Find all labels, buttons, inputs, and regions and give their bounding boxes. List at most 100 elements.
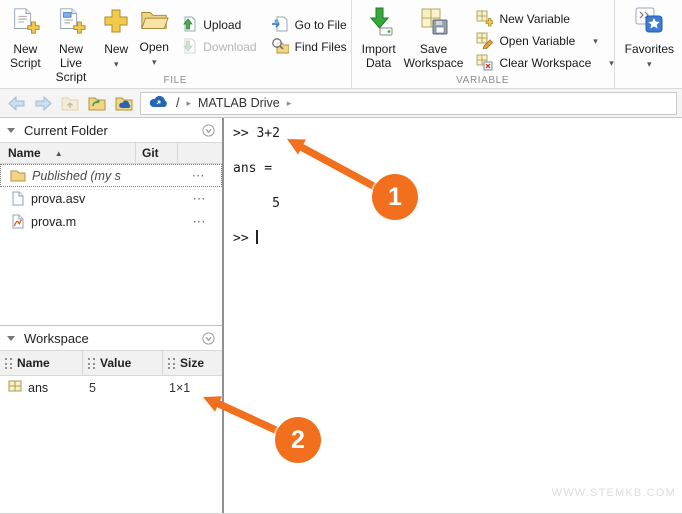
collapse-panel-icon[interactable] bbox=[7, 128, 15, 133]
matlab-drive-folder-button[interactable] bbox=[113, 92, 135, 114]
column-drag-handle-icon bbox=[168, 358, 175, 369]
file-icon bbox=[8, 191, 26, 206]
chevron-down-icon: ▾ bbox=[152, 55, 157, 69]
row-actions-button[interactable]: ⋯ bbox=[177, 191, 222, 207]
column-header-name[interactable]: Name bbox=[0, 351, 83, 375]
new-script-label: New Script bbox=[10, 42, 41, 70]
file-section-label: FILE bbox=[0, 75, 351, 86]
watermark: WWW.STEMKB.COM bbox=[552, 487, 676, 499]
column-header-git[interactable]: Git bbox=[135, 143, 177, 163]
size-column-label: Size bbox=[180, 356, 204, 370]
command-prompt: >> bbox=[233, 231, 256, 246]
row-actions-button[interactable]: ⋯ bbox=[176, 168, 221, 184]
name-column-label: Name bbox=[17, 356, 50, 370]
save-workspace-icon bbox=[419, 6, 449, 39]
open-variable-button[interactable]: Open Variable ▾ bbox=[475, 30, 613, 52]
chevron-down-icon[interactable]: ▾ bbox=[609, 58, 614, 69]
new-variable-label: New Variable bbox=[499, 12, 569, 26]
clear-workspace-label: Clear Workspace bbox=[499, 56, 591, 70]
open-variable-icon bbox=[475, 31, 493, 52]
forward-button[interactable] bbox=[32, 92, 54, 114]
back-button[interactable] bbox=[5, 92, 27, 114]
column-header-name[interactable]: Name ▲ bbox=[0, 143, 135, 163]
go-to-file-button[interactable]: Go to File bbox=[271, 14, 347, 36]
matlab-file-icon bbox=[8, 214, 26, 229]
upload-icon bbox=[179, 15, 197, 36]
favorites-button[interactable]: Favorites ▾ bbox=[621, 5, 678, 72]
row-actions-button[interactable]: ⋯ bbox=[177, 214, 222, 230]
variable-size: 1×1 bbox=[163, 381, 222, 395]
column-drag-handle-icon bbox=[5, 358, 12, 369]
workspace-row-ans[interactable]: ans 5 1×1 bbox=[0, 376, 222, 399]
workspace-panel: Workspace Name Value Size bbox=[0, 325, 222, 513]
find-files-icon bbox=[271, 37, 289, 58]
new-live-script-button[interactable]: New Live Script bbox=[45, 5, 98, 85]
browse-for-folder-button[interactable] bbox=[86, 92, 108, 114]
collapse-panel-icon[interactable] bbox=[7, 336, 15, 341]
favorites-section: Favorites ▾ bbox=[615, 0, 682, 88]
panel-minimize-button[interactable] bbox=[202, 124, 215, 137]
name-column-label: Name bbox=[8, 146, 41, 160]
import-data-icon bbox=[364, 6, 394, 39]
new-label: New bbox=[104, 42, 128, 56]
clear-workspace-button[interactable]: Clear Workspace ▾ bbox=[475, 52, 613, 74]
import-data-button[interactable]: Import Data bbox=[358, 5, 400, 71]
file-row-prova-m[interactable]: prova.m ⋯ bbox=[0, 210, 222, 233]
open-label: Open bbox=[140, 40, 169, 54]
new-script-button[interactable]: New Script bbox=[6, 5, 45, 71]
download-button[interactable]: Download bbox=[179, 36, 256, 58]
favorites-label: Favorites bbox=[625, 42, 674, 56]
chevron-down-icon[interactable]: ▾ bbox=[593, 36, 598, 47]
new-button[interactable]: New ▾ bbox=[97, 5, 135, 72]
matlab-online-window: New Script New Live Script New ▾ Open bbox=[0, 0, 682, 514]
upload-label: Upload bbox=[203, 18, 241, 32]
file-name: prova.m bbox=[31, 215, 177, 229]
upload-button[interactable]: Upload bbox=[179, 14, 256, 36]
variable-grid-icon bbox=[8, 380, 22, 395]
file-name: prova.asv bbox=[31, 192, 177, 206]
sort-ascending-icon: ▲ bbox=[55, 149, 63, 158]
annotation-badge-1: 1 bbox=[372, 174, 418, 220]
open-folder-icon bbox=[139, 6, 169, 37]
workspace-title: Workspace bbox=[24, 331, 89, 346]
current-folder-panel: Current Folder Name ▲ Git Publ bbox=[0, 118, 222, 325]
new-script-icon bbox=[10, 6, 40, 39]
find-files-button[interactable]: Find Files bbox=[271, 36, 347, 58]
column-header-value[interactable]: Value bbox=[83, 351, 163, 375]
workspace-column-headers: Name Value Size bbox=[0, 350, 222, 376]
favorites-icon bbox=[634, 6, 664, 39]
current-folder-header: Current Folder bbox=[0, 118, 222, 142]
open-button[interactable]: Open ▾ bbox=[135, 5, 173, 70]
go-to-file-label: Go to File bbox=[295, 18, 347, 32]
new-variable-button[interactable]: New Variable bbox=[475, 8, 613, 30]
file-row-published[interactable]: Published (my s ⋯ bbox=[0, 164, 222, 187]
find-group: Go to File Find Files bbox=[271, 5, 347, 58]
current-folder-title: Current Folder bbox=[24, 123, 108, 138]
breadcrumb-matlab-drive[interactable]: MATLAB Drive bbox=[198, 96, 280, 110]
breadcrumb-root[interactable]: / bbox=[176, 96, 179, 110]
new-variable-icon bbox=[475, 9, 493, 30]
panel-minimize-button[interactable] bbox=[202, 332, 215, 345]
open-variable-label: Open Variable bbox=[499, 34, 575, 48]
save-workspace-button[interactable]: Save Workspace bbox=[400, 5, 468, 71]
text-cursor bbox=[256, 230, 258, 244]
download-label: Download bbox=[203, 40, 256, 54]
cloud-drive-icon[interactable] bbox=[149, 95, 169, 111]
new-live-script-icon bbox=[56, 6, 86, 39]
breadcrumb: / ▸ MATLAB Drive ▸ bbox=[140, 92, 677, 115]
upload-download-group: Upload Download bbox=[179, 5, 256, 58]
chevron-down-icon: ▾ bbox=[114, 57, 119, 71]
annotation-badge-2: 2 bbox=[275, 417, 321, 463]
up-one-level-button[interactable] bbox=[59, 92, 81, 114]
current-folder-column-headers: Name ▲ Git bbox=[0, 142, 222, 164]
command-output: >> 3+2 ans = 5 bbox=[233, 126, 280, 211]
column-header-size[interactable]: Size bbox=[163, 351, 222, 375]
column-header-extra[interactable] bbox=[177, 143, 222, 163]
clear-workspace-icon bbox=[475, 53, 493, 74]
breadcrumb-separator-icon: ▸ bbox=[287, 98, 292, 109]
file-row-prova-asv[interactable]: prova.asv ⋯ bbox=[0, 187, 222, 210]
side-panels: Current Folder Name ▲ Git Publ bbox=[0, 118, 222, 513]
folder-icon bbox=[9, 169, 27, 182]
new-plus-icon bbox=[101, 6, 131, 39]
address-bar: / ▸ MATLAB Drive ▸ bbox=[0, 89, 682, 118]
